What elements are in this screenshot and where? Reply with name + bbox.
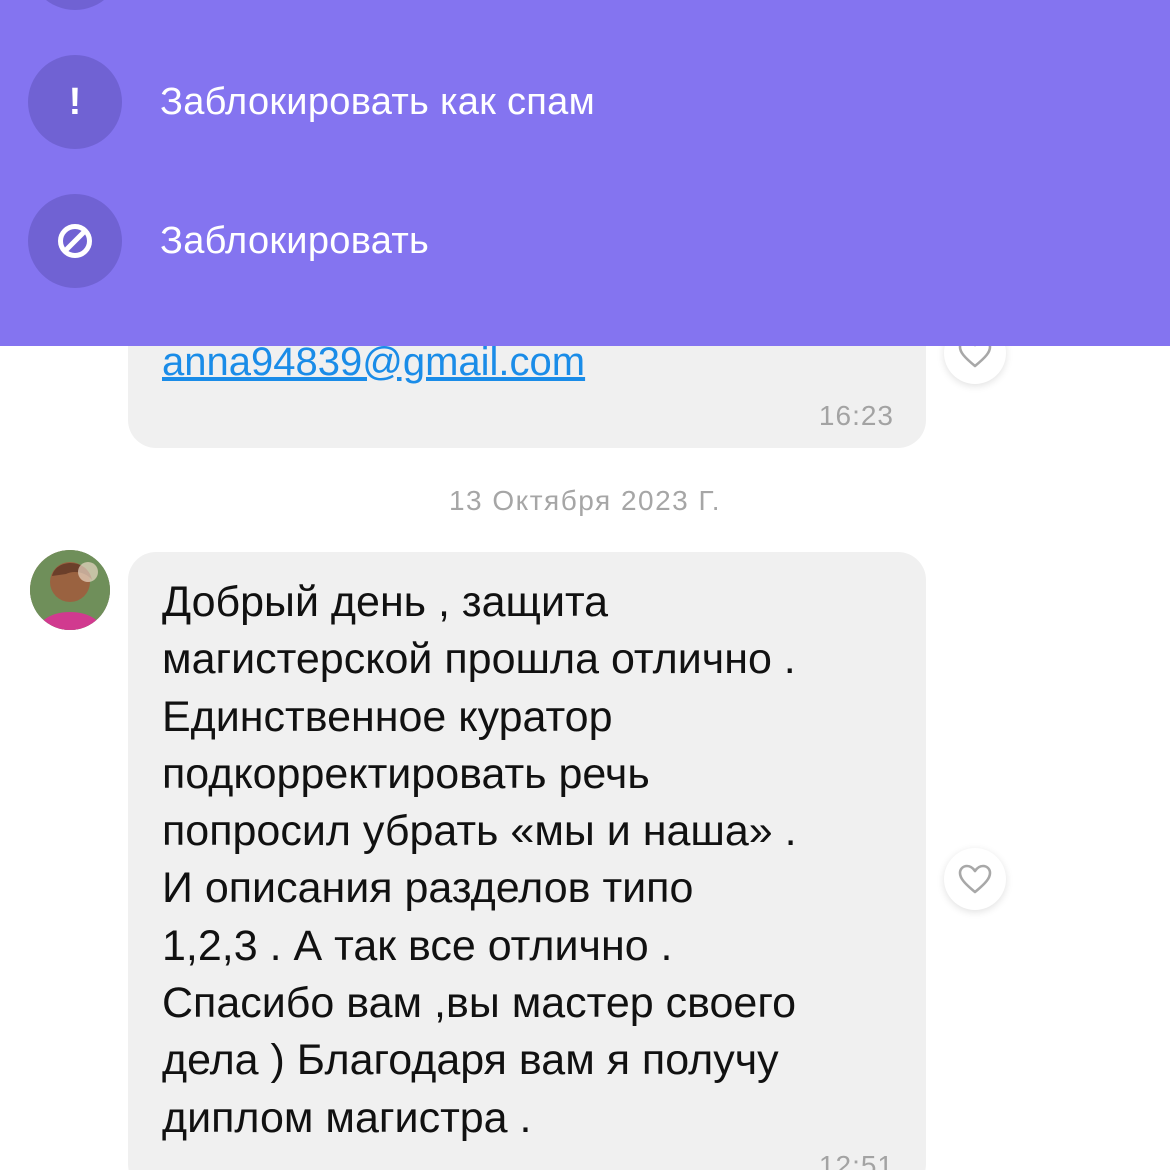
date-separator: 13 Октября 2023 Г. [448,485,722,516]
block-icon [28,194,122,288]
message-bubble[interactable]: Добрый день , защита магистерской прошла… [128,552,926,1170]
block-button[interactable]: Заблокировать [0,194,1170,288]
avatar-photo [30,550,110,630]
like-button[interactable] [944,848,1006,910]
block-as-spam-label: Заблокировать как спам [160,81,596,123]
message-time: 16:23 [818,400,894,431]
message-time: 12:51 [818,1150,894,1170]
exclamation-icon: ! [28,55,122,149]
heart-icon [958,864,992,894]
block-label: Заблокировать [160,220,430,262]
chat-screen: anna94839@gmail.com 16:23 13 Октября 202… [0,0,1170,1170]
menu-item-icon-circle [28,0,122,10]
block-as-spam-button[interactable]: ! Заблокировать как спам [0,55,1170,149]
avatar[interactable] [30,550,110,630]
message-text: Добрый день , защита магистерской прошла… [162,578,797,1142]
action-menu: ! Заблокировать как спам Заблокировать [0,0,1170,346]
